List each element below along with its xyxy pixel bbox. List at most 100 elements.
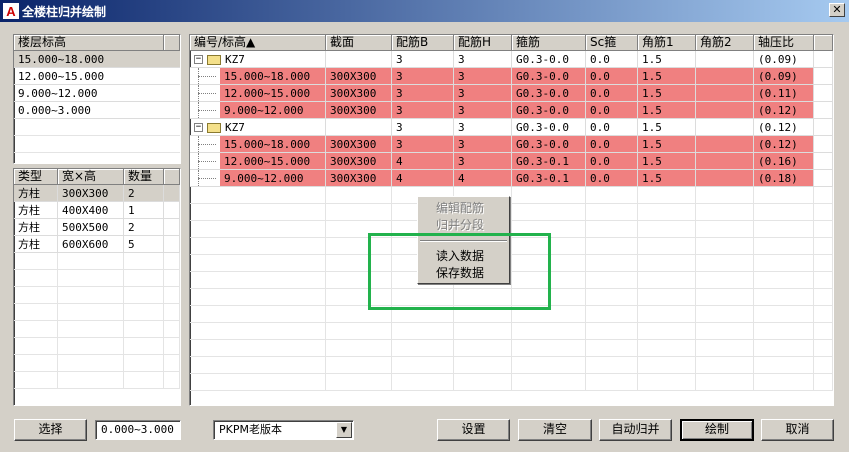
- empty-cell: [58, 304, 124, 321]
- grid-cell: 1.5: [638, 170, 696, 187]
- empty-cell: [638, 255, 696, 272]
- grid-cell: 300X300: [326, 85, 392, 102]
- grid-cell: [326, 119, 392, 136]
- settings-button[interactable]: 设置: [437, 419, 510, 441]
- grid-group-row[interactable]: − KZ7 3 3 G0.3-0.0 0.0 1.5 (0.09): [190, 51, 833, 68]
- empty-cell: [814, 374, 833, 391]
- column-grid[interactable]: 编号/标高▲ 截面 配筋B 配筋H 箍筋 Sc箍 角筋1 角筋2 轴压比 − KZ7 3 3 G0.3-…: [189, 34, 834, 406]
- grid-cell: 3: [392, 85, 454, 102]
- clear-button[interactable]: 清空: [518, 419, 592, 441]
- empty-cell: [392, 323, 454, 340]
- grid-cell: 0.0: [586, 68, 638, 85]
- grid-header-col[interactable]: 角筋2: [696, 35, 754, 51]
- empty-cell: [454, 374, 512, 391]
- grid-filler: [814, 85, 833, 102]
- floor-list-item[interactable]: 12.000~15.000: [14, 68, 180, 85]
- grid-cell: 0.0: [586, 119, 638, 136]
- grid-header-col[interactable]: 角筋1: [638, 35, 696, 51]
- type-cell: 300X300: [58, 185, 124, 202]
- type-table-empty-row: [14, 287, 180, 304]
- floor-list-item[interactable]: 9.000~12.000: [14, 85, 180, 102]
- grid-header-col[interactable]: 配筋H: [454, 35, 512, 51]
- grid-header-col[interactable]: 轴压比: [754, 35, 814, 51]
- type-table-row[interactable]: 方柱 300X300 2: [14, 185, 180, 202]
- empty-cell: [754, 255, 814, 272]
- type-cell: 方柱: [14, 185, 58, 202]
- grid-header-col[interactable]: Sc箍: [586, 35, 638, 51]
- empty-cell: [124, 355, 164, 372]
- floor-list-item[interactable]: 15.000~18.000: [14, 51, 180, 68]
- grid-child-row[interactable]: 12.000~15.000 300X300 3 3 G0.3-0.0 0.0 1.5 (0.1…: [190, 85, 833, 102]
- menu-item-merge-segment[interactable]: 归并分段: [418, 217, 509, 234]
- grid-child-row[interactable]: 9.000~12.000 300X300 3 3 G0.3-0.0 0.0 1.5 (0.12…: [190, 102, 833, 119]
- empty-cell: [164, 304, 180, 321]
- collapse-icon[interactable]: −: [194, 123, 203, 132]
- floor-list[interactable]: 楼层标高 15.000~18.000 12.000~15.000 9.000~12.…: [13, 34, 181, 164]
- grid-filler: [814, 136, 833, 153]
- grid-filler: [814, 102, 833, 119]
- type-table-empty-row: [14, 321, 180, 338]
- empty-cell: [14, 287, 58, 304]
- chevron-down-icon[interactable]: ▼: [336, 422, 352, 438]
- cancel-button[interactable]: 取消: [761, 419, 834, 441]
- empty-cell: [814, 204, 833, 221]
- grid-group-row[interactable]: − KZ7 3 3 G0.3-0.0 0.0 1.5 (0.12): [190, 119, 833, 136]
- empty-cell: [124, 287, 164, 304]
- empty-cell: [512, 323, 586, 340]
- grid-child-row[interactable]: 9.000~12.000 300X300 4 4 G0.3-0.1 0.0 1.5 (0.18…: [190, 170, 833, 187]
- tree-line: [198, 110, 216, 111]
- collapse-icon[interactable]: −: [194, 55, 203, 64]
- type-table-row[interactable]: 方柱 600X600 5: [14, 236, 180, 253]
- grid-empty-row: [190, 340, 833, 357]
- grid-cell: 1.5: [638, 51, 696, 68]
- type-header-size[interactable]: 宽×高: [58, 169, 124, 185]
- empty-cell: [638, 272, 696, 289]
- section-type-table[interactable]: 类型 宽×高 数量 方柱 300X300 2 方柱 400X400 1 方柱 500X500 2…: [13, 168, 181, 406]
- auto-merge-button[interactable]: 自动归并: [599, 419, 672, 441]
- grid-cell: 1.5: [638, 85, 696, 102]
- type-cell: 5: [124, 236, 164, 253]
- menu-item-edit-rebar[interactable]: 编辑配筋: [418, 200, 509, 217]
- grid-cell: [696, 153, 754, 170]
- empty-cell: [814, 323, 833, 340]
- floor-header-label[interactable]: 楼层标高: [14, 35, 164, 51]
- grid-filler: [814, 119, 833, 136]
- type-table-empty-row: [14, 355, 180, 372]
- close-button[interactable]: ✕: [829, 3, 845, 17]
- grid-header-col[interactable]: 配筋B: [392, 35, 454, 51]
- grid-cell: 0.0: [586, 102, 638, 119]
- empty-cell: [124, 338, 164, 355]
- empty-cell: [638, 306, 696, 323]
- select-button[interactable]: 选择: [14, 419, 87, 441]
- draw-button[interactable]: 绘制: [680, 419, 754, 441]
- type-table-row[interactable]: 方柱 400X400 1: [14, 202, 180, 219]
- grid-cell: 4: [454, 170, 512, 187]
- type-header-count[interactable]: 数量: [124, 169, 164, 185]
- empty-cell: [14, 338, 58, 355]
- grid-cell: 3: [454, 136, 512, 153]
- tree-child-label: 9.000~12.000: [220, 102, 325, 118]
- empty-cell: [754, 306, 814, 323]
- grid-cell: G0.3-0.0: [512, 119, 586, 136]
- grid-header: 编号/标高▲ 截面 配筋B 配筋H 箍筋 Sc箍 角筋1 角筋2 轴压比: [190, 35, 833, 51]
- grid-cell: 300X300: [326, 102, 392, 119]
- grid-header-col[interactable]: 编号/标高▲: [190, 35, 326, 51]
- grid-cell: G0.3-0.0: [512, 51, 586, 68]
- empty-cell: [190, 255, 326, 272]
- grid-cell: [696, 68, 754, 85]
- empty-cell: [164, 355, 180, 372]
- empty-cell: [326, 204, 392, 221]
- type-table-row[interactable]: 方柱 500X500 2: [14, 219, 180, 236]
- floor-range-field[interactable]: 0.000~3.000: [95, 420, 181, 440]
- floor-list-item[interactable]: 0.000~3.000: [14, 102, 180, 119]
- empty-cell: [190, 374, 326, 391]
- grid-header-col[interactable]: 截面: [326, 35, 392, 51]
- grid-child-row[interactable]: 12.000~15.000 300X300 4 3 G0.3-0.1 0.0 1.5 (0.1…: [190, 153, 833, 170]
- grid-header-col[interactable]: 箍筋: [512, 35, 586, 51]
- empty-cell: [638, 204, 696, 221]
- grid-child-row[interactable]: 15.000~18.000 300X300 3 3 G0.3-0.0 0.0 1.5 (0.0…: [190, 68, 833, 85]
- empty-cell: [326, 323, 392, 340]
- version-combo[interactable]: PKPM老版本 ▼: [213, 420, 354, 440]
- type-header-kind[interactable]: 类型: [14, 169, 58, 185]
- grid-child-row[interactable]: 15.000~18.000 300X300 3 3 G0.3-0.0 0.0 1.5 (0.1…: [190, 136, 833, 153]
